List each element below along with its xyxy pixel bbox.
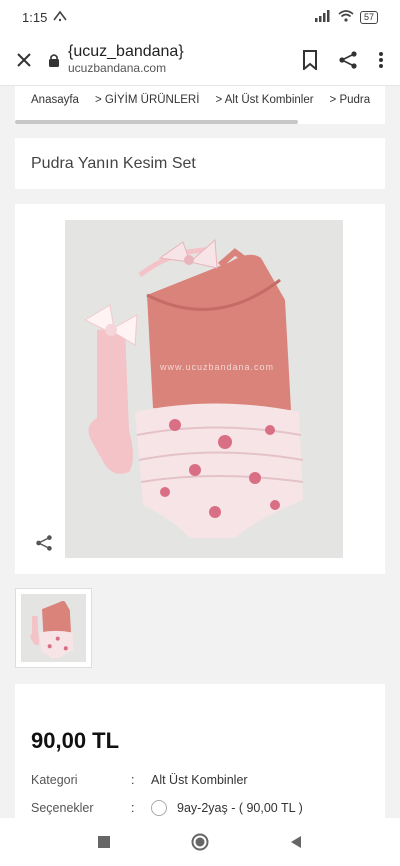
product-name: Pudra Yanın Kesim Set [31, 154, 196, 172]
page-domain: ucuzbandana.com [68, 61, 167, 75]
wifi-icon [338, 9, 354, 25]
breadcrumb-item-combos[interactable]: > Alt Üst Kombinler [215, 94, 313, 106]
close-icon [17, 52, 31, 67]
share-icon [36, 535, 52, 551]
system-nav-bar [0, 818, 400, 866]
bookmark-icon[interactable] [302, 49, 318, 70]
product-photo[interactable]: www.ucuzbandana.com [65, 220, 343, 558]
browser-toolbar: {ucuz_bandana} ucuzbandana.com [0, 34, 400, 86]
product-price: 90,00 TL [31, 728, 120, 753]
options-colon: : [131, 801, 135, 815]
breadcrumb-item-clothing[interactable]: > GİYİM ÜRÜNLERİ [95, 94, 199, 106]
watermark: www.ucuzbandana.com [159, 362, 274, 372]
image-share-button[interactable] [35, 534, 53, 557]
option-radio[interactable] [151, 800, 167, 816]
signal-icon [314, 9, 332, 25]
lock-icon [49, 53, 59, 67]
notification-icon [53, 10, 67, 25]
battery-icon: 57 [359, 10, 378, 24]
options-label: Seçenekler [31, 801, 94, 815]
recents-icon[interactable] [97, 835, 111, 849]
home-icon[interactable] [191, 833, 209, 851]
category-colon: : [131, 773, 135, 787]
breadcrumb-item-home[interactable]: Anasayfa [31, 94, 79, 106]
product-image-card: www.ucuzbandana.com [15, 204, 385, 574]
product-thumbnail[interactable] [15, 588, 92, 668]
option-value[interactable]: 9ay-2yaş - ( 90,00 TL ) [177, 801, 303, 815]
breadcrumb-item-product[interactable]: > Pudra [330, 94, 371, 106]
back-icon[interactable] [289, 835, 303, 849]
page-title: {ucuz_bandana} [68, 43, 184, 60]
product-info-card: 90,00 TL Kategori : Alt Üst Kombinler Se… [15, 684, 385, 824]
breadcrumb-scrollbar[interactable] [15, 120, 298, 124]
category-value[interactable]: Alt Üst Kombinler [151, 773, 248, 787]
breadcrumb: Anasayfa > GİYİM ÜRÜNLERİ > Alt Üst Komb… [15, 86, 385, 124]
product-title-card: Pudra Yanın Kesim Set [15, 138, 385, 189]
status-bar: 1:15 57 [0, 0, 400, 34]
category-label: Kategori [31, 773, 78, 787]
status-time: 1:15 [22, 9, 48, 25]
close-tab-button[interactable] [0, 52, 48, 68]
share-icon[interactable] [338, 50, 358, 70]
category-row: Kategori : Alt Üst Kombinler [31, 773, 248, 787]
options-row: Seçenekler : 9ay-2yaş - ( 90,00 TL ) [31, 800, 303, 816]
thumbnail-image [21, 594, 86, 662]
more-menu-icon[interactable] [378, 51, 384, 69]
url-block[interactable]: {ucuz_bandana} ucuzbandana.com [48, 43, 302, 76]
